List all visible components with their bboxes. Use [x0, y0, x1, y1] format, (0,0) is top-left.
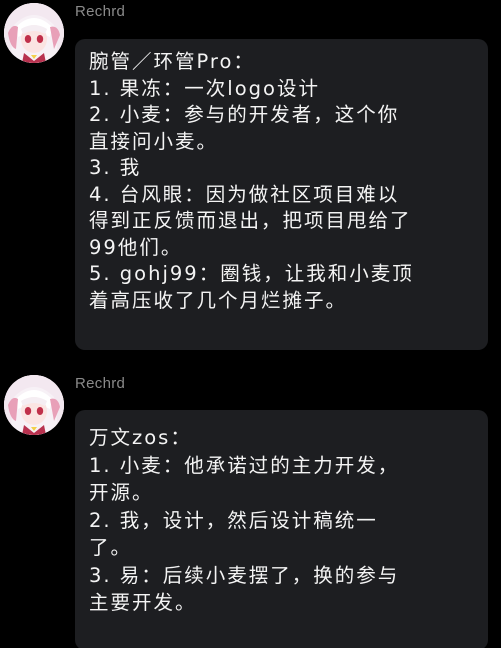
sender-name: Rechrd — [75, 375, 126, 392]
anime-girl-avatar-icon — [4, 3, 64, 63]
message-bubble[interactable]: 万文zos： 1. 小麦：他承诺过的主力开发， 开源。 2. 我，设计，然后设计… — [75, 410, 488, 648]
avatar[interactable] — [4, 375, 64, 435]
message-line: 直接问小麦。 — [89, 129, 219, 153]
message-line: 4. 台风眼：因为做社区项目难以 — [89, 182, 400, 206]
avatar[interactable] — [4, 3, 64, 63]
message-line: 着高压收了几个月烂摊子。 — [89, 288, 348, 312]
message-bubble[interactable]: 腕管／环管Pro： 1. 果冻：一次logo设计 2. 小麦：参与的开发者，这个… — [75, 39, 488, 350]
message-line: 3. 易：后续小麦摆了，换的参与 — [89, 563, 400, 587]
message-line: 得到正反馈而退出，把项目甩给了 — [89, 209, 412, 232]
message-line: 开源。 — [89, 481, 154, 504]
message-line: 1. 小麦：他承诺过的主力开发， — [89, 453, 400, 477]
message-line: 99他们。 — [89, 235, 183, 259]
message-line: 2. 我，设计，然后设计稿统一 — [89, 508, 378, 532]
message-line: 主要开发。 — [89, 591, 197, 614]
message-line: 5. gohj99：圈钱，让我和小麦顶 — [89, 262, 414, 285]
sender-name: Rechrd — [75, 3, 126, 20]
message-line: 腕管／环管Pro： — [89, 50, 255, 73]
anime-girl-avatar-icon — [4, 375, 64, 435]
message-line: 了。 — [89, 536, 133, 559]
message-line: 1. 果冻：一次logo设计 — [89, 76, 320, 100]
message-line: 3. 我 — [89, 156, 142, 179]
message-line: 2. 小麦：参与的开发者，这个你 — [89, 103, 400, 126]
message-line: 万文zos： — [89, 426, 192, 449]
